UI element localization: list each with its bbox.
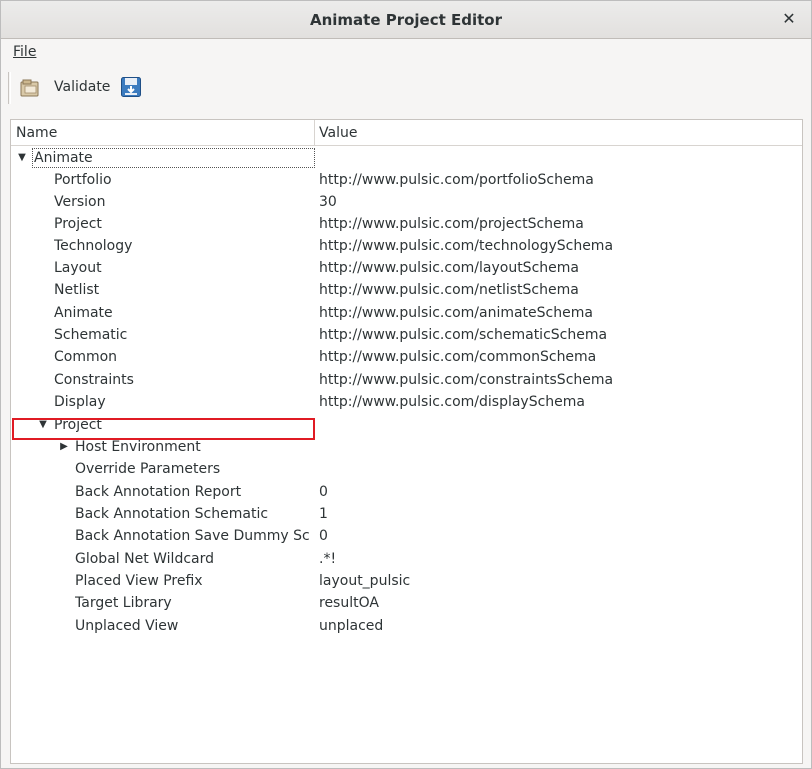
row-name: Portfolio — [54, 172, 112, 188]
tree-row[interactable]: Target Library resultOA — [11, 592, 802, 614]
tree-row[interactable]: Project http://www.pulsic.com/projectSch… — [11, 213, 802, 235]
tree-row[interactable]: Layout http://www.pulsic.com/layoutSchem… — [11, 257, 802, 279]
row-name: Back Annotation Schematic — [75, 506, 269, 522]
row-name: Display — [54, 394, 106, 410]
menu-bar: File — [1, 40, 811, 66]
row-value: http://www.pulsic.com/projectSchema — [319, 216, 584, 232]
row-name: Back Annotation Save Dummy Sch... — [75, 528, 311, 544]
row-value: http://www.pulsic.com/technologySchema — [319, 238, 614, 254]
tree-row[interactable]: Schematic http://www.pulsic.com/schemati… — [11, 324, 802, 346]
save-icon[interactable] — [120, 76, 142, 98]
close-icon[interactable]: ✕ — [779, 9, 799, 29]
row-value: http://www.pulsic.com/commonSchema — [319, 349, 597, 365]
row-value: resultOA — [319, 595, 379, 611]
focus-indicator — [32, 148, 315, 168]
row-value: .*! — [319, 551, 337, 567]
tree-row[interactable]: Override Parameters — [11, 458, 802, 480]
folder-icon[interactable] — [19, 77, 41, 99]
title-bar[interactable]: Animate Project Editor ✕ — [1, 1, 811, 39]
row-value: 0 — [319, 528, 328, 544]
row-name: Animate — [54, 305, 113, 321]
row-value: 30 — [319, 194, 337, 210]
row-value: http://www.pulsic.com/schematicSchema — [319, 327, 608, 343]
expand-arrow-icon[interactable]: ▼ — [16, 147, 28, 169]
collapsed-arrow-icon[interactable]: ▶ — [58, 436, 70, 458]
tree-row[interactable]: Back Annotation Schematic 1 — [11, 503, 802, 525]
row-name: Version — [54, 194, 106, 210]
tree-row-host-environment[interactable]: ▶ Host Environment — [11, 436, 802, 458]
tree-row[interactable]: Back Annotation Report 0 — [11, 481, 802, 503]
row-value: layout_pulsic — [319, 573, 411, 589]
toolbar-grip[interactable] — [8, 72, 11, 104]
column-header-value[interactable]: Value — [316, 120, 802, 146]
row-name: Common — [54, 349, 118, 365]
tree-row[interactable]: Portfolio http://www.pulsic.com/portfoli… — [11, 169, 802, 191]
tree-row[interactable]: Global Net Wildcard .*! — [11, 548, 802, 570]
app-window: Animate Project Editor ✕ File Validate N… — [0, 0, 812, 769]
tree-row[interactable]: Constraints http://www.pulsic.com/constr… — [11, 369, 802, 391]
tree-row[interactable]: Netlist http://www.pulsic.com/netlistSch… — [11, 279, 802, 301]
row-value: http://www.pulsic.com/netlistSchema — [319, 282, 579, 298]
row-value: unplaced — [319, 618, 384, 634]
tree-row[interactable]: Display http://www.pulsic.com/displaySch… — [11, 391, 802, 413]
tree-row[interactable]: Common http://www.pulsic.com/commonSchem… — [11, 346, 802, 368]
tree-row-animate-root[interactable]: ▼ Animate — [11, 147, 802, 169]
row-name: Unplaced View — [75, 618, 179, 634]
row-name: Layout — [54, 260, 102, 276]
tree-row[interactable]: Technology http://www.pulsic.com/technol… — [11, 235, 802, 257]
row-name: Placed View Prefix — [75, 573, 203, 589]
row-name: Global Net Wildcard — [75, 551, 215, 567]
tree-row[interactable]: Animate http://www.pulsic.com/animateSch… — [11, 302, 802, 324]
column-header-name[interactable]: Name — [11, 120, 315, 146]
row-value: http://www.pulsic.com/displaySchema — [319, 394, 585, 410]
row-value: http://www.pulsic.com/portfolioSchema — [319, 172, 594, 188]
row-name: Technology — [54, 238, 133, 254]
row-value: 0 — [319, 484, 328, 500]
row-name: Project — [54, 216, 102, 232]
toolbar: Validate — [1, 66, 811, 110]
menu-file[interactable]: File — [13, 44, 36, 60]
row-value: http://www.pulsic.com/layoutSchema — [319, 260, 579, 276]
row-name: Constraints — [54, 372, 134, 388]
tree-row[interactable]: Placed View Prefix layout_pulsic — [11, 570, 802, 592]
row-value: http://www.pulsic.com/animateSchema — [319, 305, 593, 321]
property-tree[interactable]: Name Value ▼ Animate Portfolio http://ww… — [10, 119, 803, 764]
window-title: Animate Project Editor — [309, 11, 503, 29]
row-name: Schematic — [54, 327, 128, 343]
tree-row[interactable]: Version 30 — [11, 191, 802, 213]
row-name: Host Environment — [75, 439, 201, 455]
row-name: Back Annotation Report — [75, 484, 242, 500]
row-name: Override Parameters — [75, 461, 221, 477]
row-name: Netlist — [54, 282, 100, 298]
row-name: Target Library — [75, 595, 172, 611]
row-value: http://www.pulsic.com/constraintsSchema — [319, 372, 614, 388]
menu-file-label: File — [13, 44, 37, 60]
tree-row[interactable]: Back Annotation Save Dummy Sch... 0 — [11, 525, 802, 547]
row-value: 1 — [319, 506, 328, 522]
validate-button[interactable]: Validate — [54, 79, 110, 95]
tree-row[interactable]: Unplaced View unplaced — [11, 615, 802, 637]
tree-header: Name Value — [11, 120, 802, 146]
